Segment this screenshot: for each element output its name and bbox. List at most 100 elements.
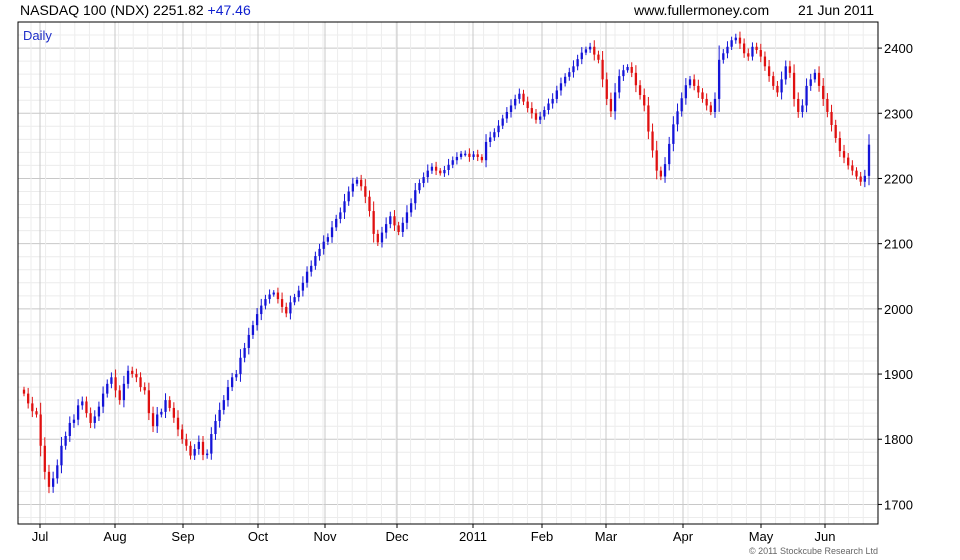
candlestick (447, 158, 450, 176)
candlestick (526, 96, 529, 113)
candlestick (151, 406, 155, 433)
candlestick (384, 217, 388, 239)
x-tick-label: Jul (32, 529, 49, 544)
candlestick (226, 379, 230, 407)
candlestick (518, 88, 521, 104)
candlestick (389, 211, 392, 229)
candlestick (185, 433, 188, 451)
y-tick-label: 1800 (884, 432, 913, 447)
candlestick (530, 102, 533, 119)
candlestick (310, 260, 313, 277)
candlestick (626, 64, 629, 73)
x-tick-label: May (749, 529, 774, 544)
y-tick-label: 1900 (884, 367, 913, 382)
candlestick (842, 144, 846, 164)
x-tick-label: Aug (103, 529, 126, 544)
candlestick (210, 427, 213, 460)
x-tick-label: Nov (313, 529, 337, 544)
y-tick-label: 2300 (884, 106, 913, 121)
candlestick (601, 51, 604, 88)
candlestick (297, 285, 300, 302)
candlestick (47, 464, 51, 494)
candlestick (726, 41, 729, 59)
candlestick (522, 89, 525, 106)
candlestick (813, 69, 817, 83)
candlestick (360, 174, 363, 191)
candlestick (805, 78, 808, 113)
candlestick (251, 320, 255, 339)
candlestick (268, 289, 271, 304)
candlestick (414, 183, 417, 210)
candlestick (534, 109, 538, 124)
candlestick (613, 83, 617, 120)
candlestick (672, 116, 675, 152)
candlestick (314, 251, 317, 270)
candlestick (489, 131, 492, 148)
candlestick (501, 114, 504, 130)
chart-grid (18, 21, 879, 524)
x-tick-label: Dec (385, 529, 409, 544)
candlestick (443, 165, 446, 177)
candlestick (593, 40, 596, 61)
candlestick (576, 54, 579, 71)
candlestick (713, 92, 717, 118)
candlestick (64, 431, 67, 450)
candlestick (110, 372, 113, 389)
candlestick (784, 60, 787, 85)
candlestick (27, 387, 30, 409)
candlestick (747, 48, 750, 61)
candlestick (838, 131, 842, 157)
candlestick (655, 140, 658, 180)
candlestick (343, 193, 346, 219)
candlestick (776, 81, 779, 97)
candlestick (480, 154, 484, 163)
candlestick (763, 51, 767, 71)
candlestick (222, 395, 225, 415)
candlestick (143, 382, 146, 395)
candlestick (426, 164, 429, 183)
candlestick (422, 172, 425, 188)
candlestick (193, 444, 196, 460)
candlestick (289, 295, 292, 320)
x-tick-label: Apr (673, 529, 694, 544)
candlestick (797, 92, 800, 118)
candlestick (859, 171, 862, 186)
copyright-notice: © 2011 Stockcube Research Ltd (749, 546, 878, 556)
candlestick (405, 205, 409, 230)
candlestick (56, 459, 59, 484)
candlestick (76, 399, 80, 426)
candlestick (243, 342, 246, 363)
candlestick (543, 106, 546, 120)
candlestick (505, 107, 509, 123)
candlestick (68, 416, 71, 442)
candlestick (401, 217, 404, 237)
candlestick (643, 88, 646, 112)
y-tick-label: 1700 (884, 497, 913, 512)
candlestick (168, 396, 171, 412)
y-tick-label: 2200 (884, 171, 913, 186)
candlestick (718, 45, 721, 112)
candlestick (572, 60, 575, 78)
x-tick-label: Oct (248, 529, 269, 544)
candlestick (239, 349, 242, 382)
x-tick-label: Sep (171, 529, 194, 544)
candlestick (81, 396, 84, 410)
candlestick (106, 379, 109, 398)
candlestick (122, 375, 126, 408)
candlestick (867, 134, 871, 186)
candlestick (464, 150, 467, 157)
x-tick-label: Mar (595, 529, 618, 544)
candlestick (851, 160, 854, 176)
candlestick (751, 42, 754, 61)
candlestick (339, 207, 342, 224)
candlestick (135, 368, 138, 383)
y-tick-label: 2100 (884, 237, 913, 252)
candlestick (285, 302, 288, 318)
candlestick (330, 221, 334, 243)
candlestick (742, 38, 746, 58)
candlestick (647, 96, 650, 140)
candlestick (830, 104, 833, 132)
candlestick (809, 73, 812, 91)
candlestick (126, 365, 130, 389)
candlestick (547, 98, 550, 115)
